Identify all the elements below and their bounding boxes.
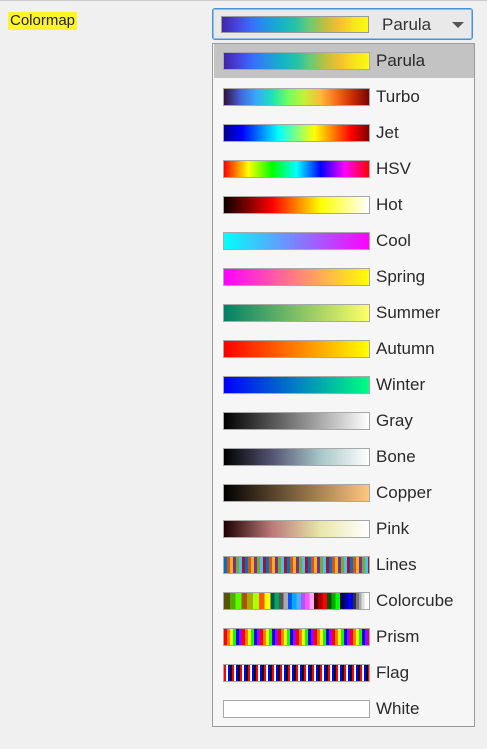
colormap-swatch <box>223 124 370 142</box>
colormap-dropdown[interactable]: Parula <box>212 8 473 40</box>
colormap-swatch <box>223 520 370 538</box>
colormap-swatch <box>223 268 370 286</box>
option-bone[interactable]: Bone <box>214 440 474 474</box>
colormap-label: Colormap <box>8 12 78 30</box>
colormap-swatch <box>223 484 370 502</box>
colormap-swatch <box>223 232 370 250</box>
option-flag[interactable]: Flag <box>214 656 474 690</box>
option-pink[interactable]: Pink <box>214 512 474 546</box>
option-label: White <box>376 699 420 718</box>
option-label: Summer <box>376 303 441 322</box>
option-label: Prism <box>376 627 420 646</box>
option-label: Parula <box>376 51 426 70</box>
option-label: Hot <box>376 195 403 214</box>
selected-colormap-value: Parula <box>382 15 432 34</box>
colormap-swatch <box>223 52 370 70</box>
option-label: Flag <box>376 663 410 682</box>
option-jet[interactable]: Jet <box>214 116 474 150</box>
option-label: Gray <box>376 411 413 430</box>
colormap-swatch <box>223 340 370 358</box>
option-gray[interactable]: Gray <box>214 404 474 438</box>
top-divider <box>0 0 487 1</box>
option-copper[interactable]: Copper <box>214 476 474 510</box>
selected-colormap-swatch <box>221 16 369 33</box>
option-label: Spring <box>376 267 426 286</box>
option-lines[interactable]: Lines <box>214 548 474 582</box>
colormap-swatch <box>223 700 370 718</box>
option-winter[interactable]: Winter <box>214 368 474 402</box>
option-prism[interactable]: Prism <box>214 620 474 654</box>
colormap-swatch <box>223 304 370 322</box>
option-label: HSV <box>376 159 411 178</box>
option-label: Jet <box>376 123 399 142</box>
option-label: Cool <box>376 231 411 250</box>
chevron-down-icon[interactable] <box>452 22 464 28</box>
option-hot[interactable]: Hot <box>214 188 474 222</box>
option-label: Autumn <box>376 339 435 358</box>
option-label: Lines <box>376 555 417 574</box>
colormap-swatch <box>223 196 370 214</box>
option-autumn[interactable]: Autumn <box>214 332 474 366</box>
colormap-options-list: Parula Turbo Jet HSV Hot Cool Spring Sum… <box>212 43 475 727</box>
colormap-swatch <box>223 448 370 466</box>
option-cool[interactable]: Cool <box>214 224 474 258</box>
colormap-swatch <box>223 664 370 682</box>
option-label: Bone <box>376 447 416 466</box>
option-label: Pink <box>376 519 410 538</box>
option-turbo[interactable]: Turbo <box>214 80 474 114</box>
colormap-swatch <box>223 592 370 610</box>
option-summer[interactable]: Summer <box>214 296 474 330</box>
option-hsv[interactable]: HSV <box>214 152 474 186</box>
colormap-swatch <box>223 88 370 106</box>
option-white[interactable]: White <box>214 692 474 726</box>
option-label: Turbo <box>376 87 420 106</box>
option-label: Winter <box>376 375 426 394</box>
option-label: Colorcube <box>376 591 454 610</box>
option-spring[interactable]: Spring <box>214 260 474 294</box>
colormap-swatch <box>223 628 370 646</box>
option-parula[interactable]: Parula <box>214 44 474 78</box>
option-colorcube[interactable]: Colorcube <box>214 584 474 618</box>
option-label: Copper <box>376 483 432 502</box>
colormap-swatch <box>223 412 370 430</box>
colormap-swatch <box>223 376 370 394</box>
colormap-swatch <box>223 556 370 574</box>
colormap-swatch <box>223 160 370 178</box>
